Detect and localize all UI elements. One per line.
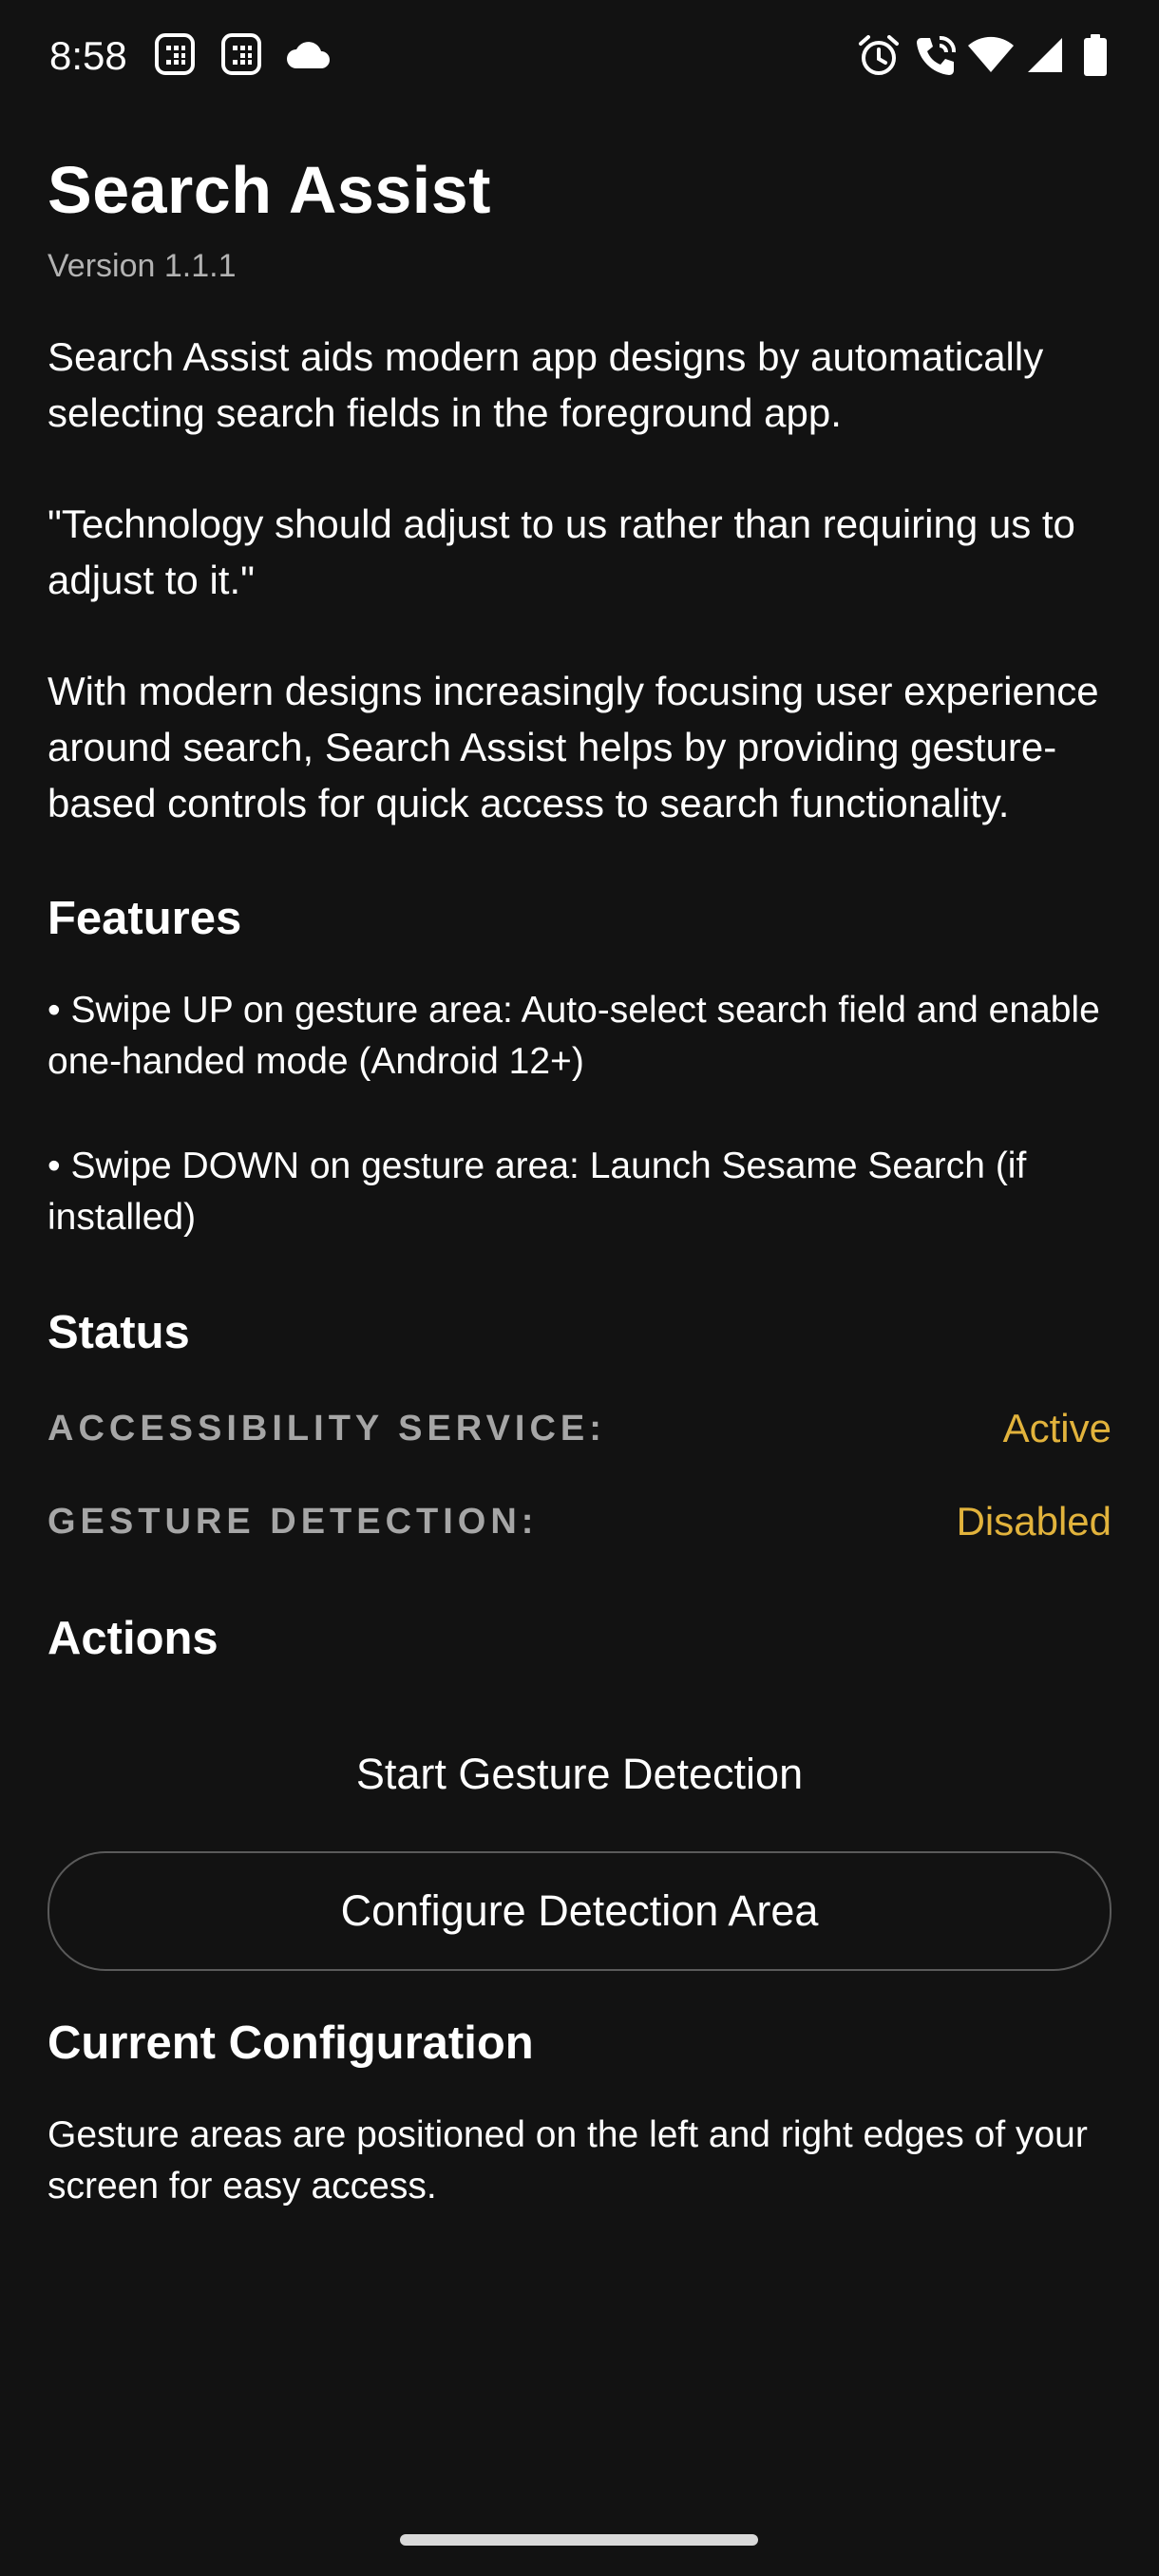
status-heading: Status — [48, 1307, 190, 1358]
signal-icon — [1026, 36, 1064, 74]
wifi-icon — [967, 36, 1015, 74]
version-label: Version 1.1.1 — [48, 248, 237, 284]
status-row-accessibility: ACCESSIBILITY SERVICE: Active — [48, 1401, 1112, 1456]
cloud-icon — [285, 40, 331, 70]
configure-detection-area-button[interactable]: Configure Detection Area — [48, 1851, 1112, 1971]
main-content: Search Assist Version 1.1.1 Search Assis… — [48, 142, 1112, 2212]
accessibility-service-value: Active — [1002, 1406, 1112, 1450]
battery-icon — [1083, 34, 1108, 76]
app-title: Search Assist — [48, 153, 491, 227]
accessibility-service-label: ACCESSIBILITY SERVICE: — [48, 1408, 606, 1449]
status-time: 8:58 — [49, 33, 127, 78]
home-indicator[interactable] — [400, 2534, 758, 2546]
gesture-detection-value: Disabled — [956, 1499, 1112, 1544]
description-paragraph: With modern designs increasingly focusin… — [48, 669, 1099, 825]
intro-paragraph: Search Assist aids modern app designs by… — [48, 334, 1044, 435]
configuration-description: Gesture areas are positioned on the left… — [48, 2114, 1088, 2207]
notification-grid-icon — [220, 32, 262, 76]
feature-item-swipe-up: • Swipe UP on gesture area: Auto-select … — [48, 990, 1100, 1082]
start-gesture-detection-button[interactable]: Start Gesture Detection — [48, 1722, 1112, 1827]
features-heading: Features — [48, 893, 242, 944]
status-bar: 8:58 — [0, 0, 1159, 112]
actions-heading: Actions — [48, 1613, 218, 1664]
notification-grid-icon — [154, 32, 196, 76]
gesture-detection-label: GESTURE DETECTION: — [48, 1501, 539, 1542]
quote-paragraph: "Technology should adjust to us rather t… — [48, 502, 1075, 602]
alarm-icon — [857, 34, 901, 78]
status-row-gesture: GESTURE DETECTION: Disabled — [48, 1494, 1112, 1549]
feature-item-swipe-down: • Swipe DOWN on gesture area: Launch Ses… — [48, 1146, 1027, 1238]
current-configuration-heading: Current Configuration — [48, 2017, 534, 2069]
wifi-calling-icon — [914, 34, 958, 78]
